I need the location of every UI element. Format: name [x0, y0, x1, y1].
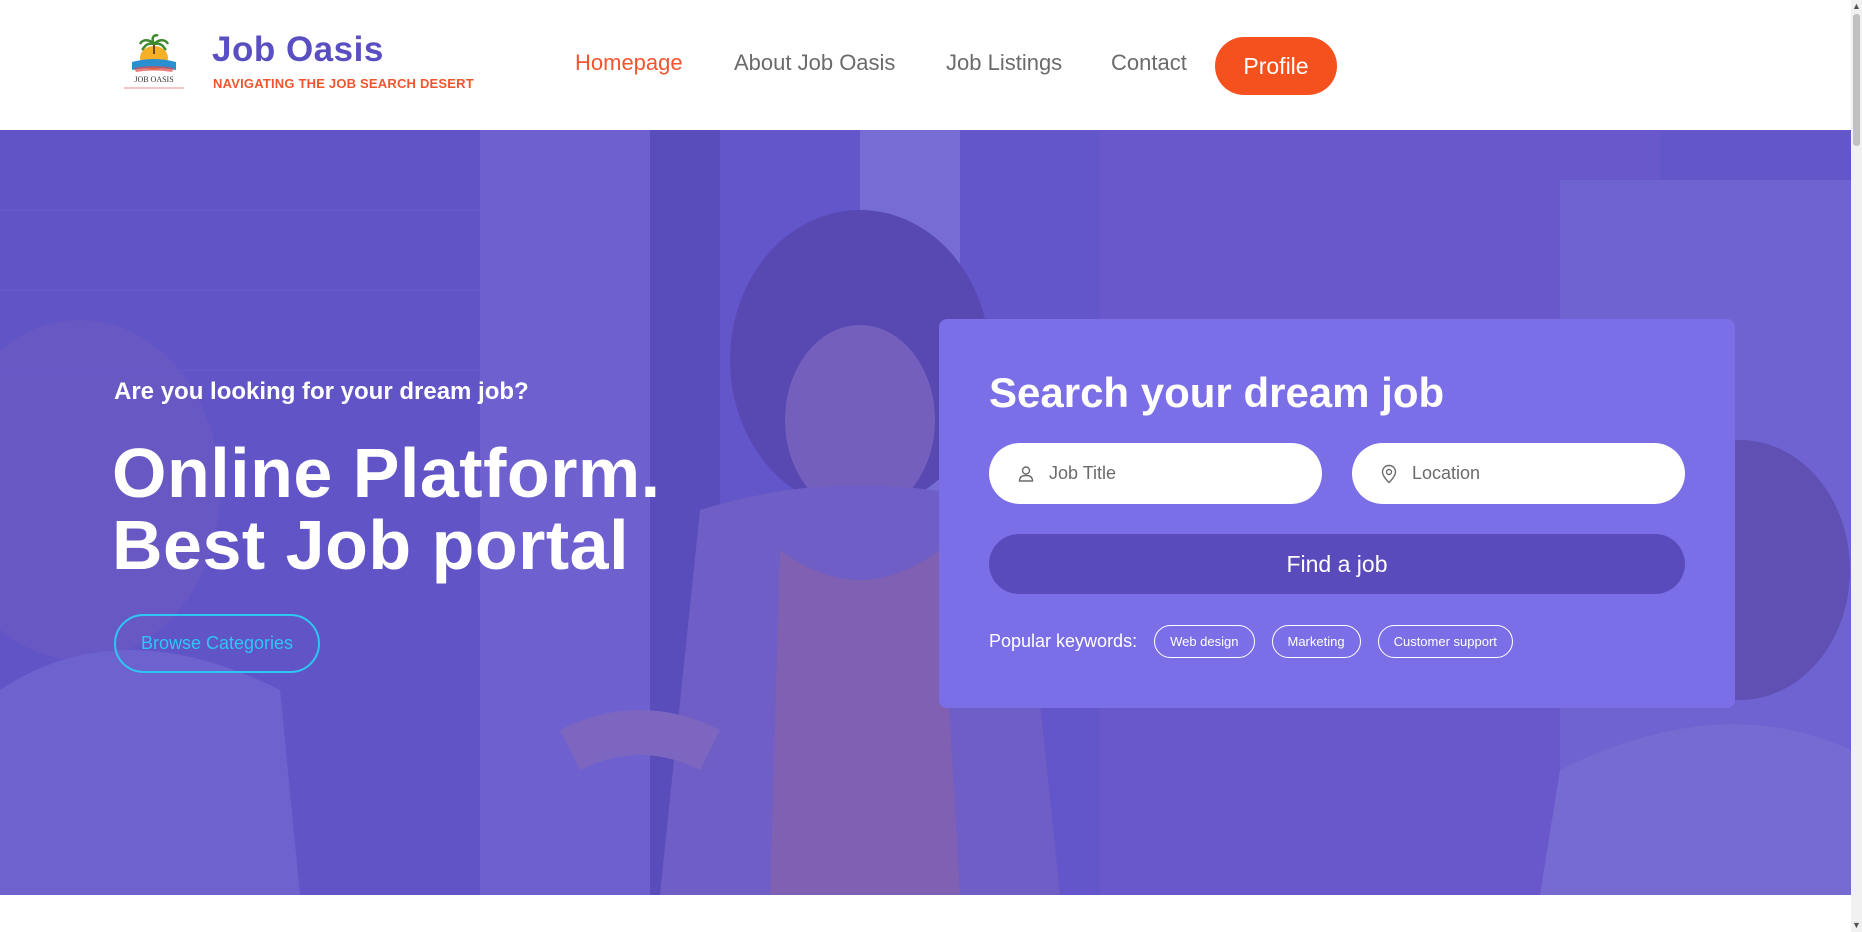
brand-tagline: NAVIGATING THE JOB SEARCH DESERT: [213, 76, 474, 91]
keywords-label: Popular keywords:: [989, 631, 1138, 651]
user-icon: [1018, 465, 1034, 482]
popular-keywords: Popular keywords: Web design Marketing C…: [989, 625, 1530, 658]
location-input[interactable]: [1412, 463, 1662, 484]
browse-categories-button[interactable]: Browse Categories: [114, 614, 320, 673]
nav-contact[interactable]: Contact: [1111, 50, 1187, 76]
scroll-down-arrow-icon[interactable]: ▼: [1852, 921, 1861, 930]
keyword-chip-customer-support[interactable]: Customer support: [1377, 625, 1513, 658]
brand-title[interactable]: Job Oasis: [212, 30, 384, 70]
nav-homepage[interactable]: Homepage: [575, 50, 683, 76]
scroll-up-arrow-icon[interactable]: ▲: [1852, 2, 1861, 11]
find-job-button[interactable]: Find a job: [989, 534, 1685, 594]
svg-text:JOB OASIS: JOB OASIS: [134, 75, 173, 84]
search-title: Search your dream job: [989, 369, 1445, 416]
hero-title-line-2: Best Job portal: [112, 506, 630, 584]
map-pin-icon: [1381, 464, 1397, 483]
keyword-chip-marketing[interactable]: Marketing: [1271, 625, 1361, 658]
location-field[interactable]: [1352, 443, 1685, 504]
hero-eyebrow: Are you looking for your dream job?: [114, 378, 529, 405]
profile-button[interactable]: Profile: [1215, 37, 1337, 95]
job-oasis-logo[interactable]: JOB OASIS: [112, 32, 196, 96]
nav-job-listings[interactable]: Job Listings: [946, 50, 1062, 76]
hero-title: Online Platform. Best Job portal: [112, 437, 661, 581]
page-scrollbar[interactable]: ▲ ▼: [1851, 0, 1862, 932]
job-title-input[interactable]: [1049, 463, 1299, 484]
job-title-field[interactable]: [989, 443, 1322, 504]
keyword-chip-web-design[interactable]: Web design: [1154, 625, 1255, 658]
search-card: Search your dream job Find a job Popular…: [939, 319, 1735, 708]
nav-about[interactable]: About Job Oasis: [734, 50, 895, 76]
scrollbar-thumb[interactable]: [1853, 14, 1860, 146]
site-header: JOB OASIS Job Oasis NAVIGATING THE JOB S…: [0, 0, 1851, 130]
hero-section: Are you looking for your dream job? Onli…: [0, 130, 1851, 895]
hero-title-line-1: Online Platform.: [112, 434, 661, 512]
